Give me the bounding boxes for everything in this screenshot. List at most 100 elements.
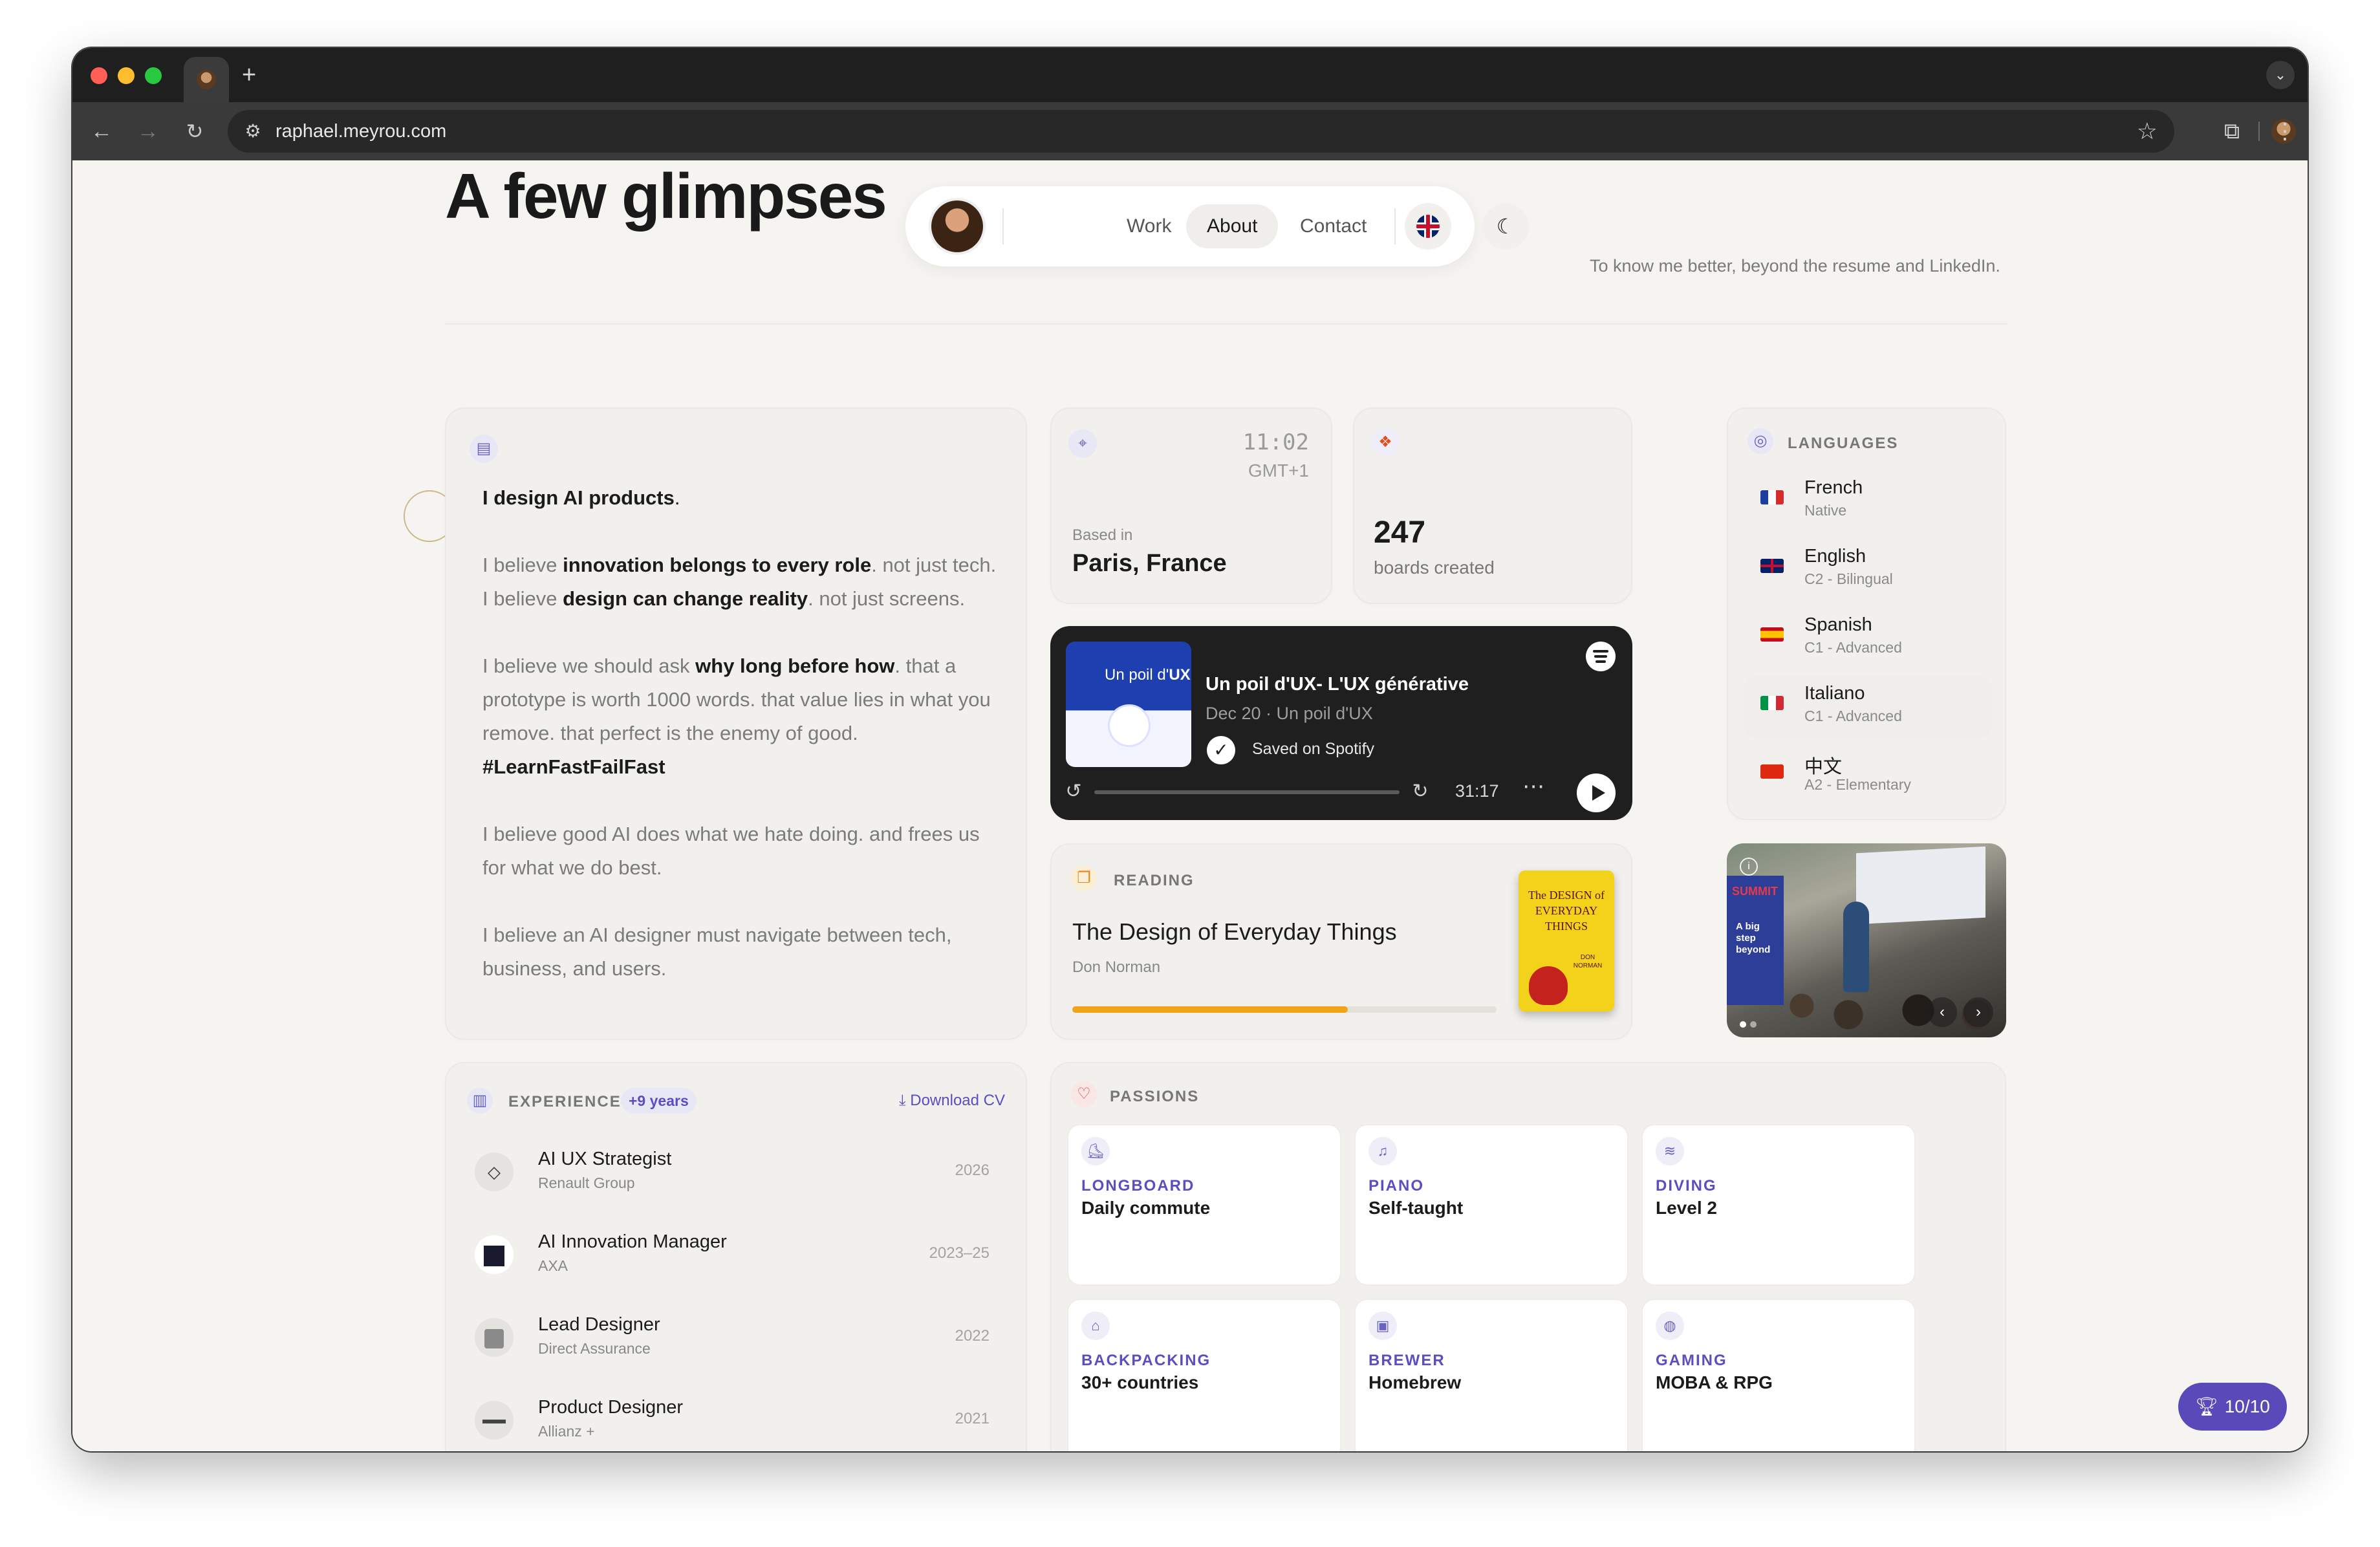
passion-label: BACKPACKING bbox=[1081, 1352, 1211, 1369]
manifesto-card: ▤ I design AI products. I believe innova… bbox=[445, 407, 1027, 1040]
nav-link-about[interactable]: About bbox=[1186, 204, 1279, 248]
projector-screen bbox=[1856, 846, 1985, 925]
briefcase-icon: ▥ bbox=[467, 1088, 493, 1114]
experience-item: Product Designer Allianz + 2021 bbox=[462, 1387, 1005, 1451]
spotify-player-card[interactable]: Un poil d'UX Un poil d'UX- L'UX générati… bbox=[1050, 626, 1632, 820]
location-pin-icon: ⌖ bbox=[1068, 429, 1097, 458]
passion-tile-backpacking[interactable]: ⌂ BACKPACKING 30+ countries bbox=[1067, 1299, 1341, 1451]
spotify-logo-icon[interactable] bbox=[1586, 642, 1616, 671]
language-name: 中文 bbox=[1804, 757, 1843, 777]
language-item: English C2 - Bilingual bbox=[1744, 539, 1992, 601]
back-button[interactable]: ← bbox=[85, 115, 118, 147]
languages-card: ◎ LANGUAGES French Native English C2 - B… bbox=[1727, 407, 2006, 820]
site-settings-icon[interactable]: ⚙ bbox=[242, 120, 264, 142]
close-window-button[interactable] bbox=[91, 67, 107, 84]
language-level: C1 - Advanced bbox=[1804, 708, 1902, 724]
spain-flag-icon bbox=[1760, 627, 1784, 642]
avatar[interactable] bbox=[931, 200, 983, 252]
company-name: Renault Group bbox=[538, 1174, 635, 1191]
banner-text: A big step beyond bbox=[1736, 921, 1771, 955]
experience-item: Lead Designer Direct Assurance 2022 bbox=[462, 1304, 1005, 1375]
role-title: AI UX Strategist bbox=[538, 1149, 672, 1169]
achievement-badge-button[interactable]: 🏆︎ 10/10 bbox=[2178, 1383, 2287, 1431]
figma-stats-card: ❖ 247 boards created bbox=[1353, 407, 1632, 604]
passion-tile-piano[interactable]: ♫ PIANO Self-taught bbox=[1354, 1124, 1628, 1286]
playback-progress-bar[interactable] bbox=[1094, 790, 1400, 794]
experience-years-badge: +9 years bbox=[621, 1088, 697, 1114]
passion-label: BREWER bbox=[1368, 1352, 1445, 1369]
saved-check-icon[interactable]: ✓ bbox=[1207, 736, 1235, 764]
minimize-window-button[interactable] bbox=[118, 67, 135, 84]
direct-assurance-logo-icon bbox=[475, 1318, 514, 1357]
tab-search-button[interactable]: ⌄ bbox=[2266, 61, 2295, 89]
company-name: AXA bbox=[538, 1257, 568, 1274]
forward-button[interactable]: → bbox=[132, 115, 164, 147]
episode-meta: Dec 20 · Un poil d'UX bbox=[1206, 704, 1373, 723]
download-cv-link[interactable]: ⤓ Download CV bbox=[899, 1092, 1005, 1110]
experience-title: EXPERIENCE bbox=[508, 1093, 622, 1110]
music-icon: ♫ bbox=[1368, 1137, 1397, 1165]
language-item: Italiano C1 - Advanced bbox=[1744, 676, 1992, 739]
gamepad-icon: ◍ bbox=[1656, 1312, 1684, 1340]
backpack-icon: ⌂ bbox=[1081, 1312, 1110, 1340]
language-name: Spanish bbox=[1804, 614, 1872, 635]
nav-divider bbox=[1394, 208, 1396, 244]
language-switch-button[interactable] bbox=[1405, 203, 1451, 250]
podcast-cover[interactable]: Un poil d'UX bbox=[1066, 642, 1191, 767]
language-name: English bbox=[1804, 546, 1866, 567]
based-in-label: Based in bbox=[1072, 526, 1133, 544]
address-bar[interactable]: ⚙ raphael.meyrou.com ☆ bbox=[228, 110, 2174, 153]
passion-tile-diving[interactable]: ≋ DIVING Level 2 bbox=[1641, 1124, 1916, 1286]
role-year: 2026 bbox=[955, 1162, 990, 1179]
browser-tab[interactable] bbox=[184, 57, 229, 102]
language-name: French bbox=[1804, 477, 1863, 498]
carousel-next-button[interactable]: › bbox=[1964, 997, 1993, 1027]
info-icon[interactable]: i bbox=[1740, 858, 1758, 876]
heart-icon: ♡ bbox=[1071, 1081, 1097, 1107]
book-title: The Design of Everyday Things bbox=[1072, 918, 1397, 945]
dark-mode-toggle[interactable]: ☾ bbox=[1482, 203, 1529, 250]
play-button[interactable] bbox=[1577, 774, 1616, 812]
carousel-dots[interactable] bbox=[1740, 1019, 1772, 1028]
reading-progress-fill bbox=[1072, 1006, 1348, 1013]
experience-card: ▥ EXPERIENCE +9 years ⤓ Download CV ◇ AI… bbox=[445, 1062, 1027, 1451]
browser-toolbar: ← → ↻ ⚙ raphael.meyrou.com ☆ ⧉ ⋮ bbox=[72, 102, 2308, 160]
skip-forward-15-button[interactable]: ↻ bbox=[1407, 779, 1433, 805]
extensions-icon[interactable]: ⧉ bbox=[2217, 116, 2247, 146]
speaker-figure bbox=[1843, 902, 1869, 992]
passion-tile-gaming[interactable]: ◍ GAMING MOBA & RPG bbox=[1641, 1299, 1916, 1451]
bookmark-star-icon[interactable]: ☆ bbox=[2137, 110, 2158, 153]
achievement-score: 10/10 bbox=[2224, 1396, 2270, 1416]
china-flag-icon bbox=[1760, 764, 1784, 779]
reload-button[interactable]: ↻ bbox=[178, 115, 211, 147]
passion-tile-longboard[interactable]: ⛸ LONGBOARD Daily commute bbox=[1067, 1124, 1341, 1286]
new-tab-button[interactable]: + bbox=[242, 60, 256, 91]
episode-title[interactable]: Un poil d'UX- L'UX générative bbox=[1206, 674, 1469, 695]
role-year: 2023–25 bbox=[929, 1244, 990, 1262]
event-photo-carousel[interactable]: SUMMIT A big step beyond i ‹ › bbox=[1727, 843, 2006, 1037]
languages-title: LANGUAGES bbox=[1788, 435, 1899, 452]
nav-link-work[interactable]: Work bbox=[1106, 204, 1192, 248]
renault-logo-icon: ◇ bbox=[475, 1152, 514, 1191]
language-level: Native bbox=[1804, 502, 1847, 519]
passion-tile-brewer[interactable]: ▣ BREWER Homebrew bbox=[1354, 1299, 1628, 1451]
more-options-icon[interactable]: ⋯ bbox=[1522, 774, 1546, 799]
top-nav: Work About Contact bbox=[905, 186, 1475, 266]
carousel-prev-button[interactable]: ‹ bbox=[1927, 997, 1957, 1027]
manifesto-paragraph-2: I believe innovation belongs to every ro… bbox=[482, 554, 997, 610]
header-divider bbox=[445, 323, 2007, 325]
reading-card: ❐ READING The Design of Everyday Things … bbox=[1050, 843, 1632, 1040]
language-name: Italiano bbox=[1804, 683, 1865, 704]
nav-link-contact[interactable]: Contact bbox=[1279, 204, 1387, 248]
book-cover[interactable]: The DESIGN of EVERYDAY THINGS DON NORMAN bbox=[1519, 871, 1614, 1012]
book-author: Don Norman bbox=[1072, 958, 1161, 976]
browser-menu-icon[interactable]: ⋮ bbox=[2274, 116, 2296, 146]
passion-value: Daily commute bbox=[1081, 1198, 1211, 1218]
manifesto-paragraph-3: I believe we should ask why long before … bbox=[482, 654, 991, 778]
skip-back-15-button[interactable]: ↺ bbox=[1061, 779, 1087, 805]
passion-value: MOBA & RPG bbox=[1656, 1372, 1773, 1392]
local-time: 11:02 GMT+1 bbox=[1242, 429, 1309, 481]
maximize-window-button[interactable] bbox=[145, 67, 162, 84]
language-level: C2 - Bilingual bbox=[1804, 570, 1893, 587]
passion-value: Self-taught bbox=[1368, 1198, 1464, 1218]
